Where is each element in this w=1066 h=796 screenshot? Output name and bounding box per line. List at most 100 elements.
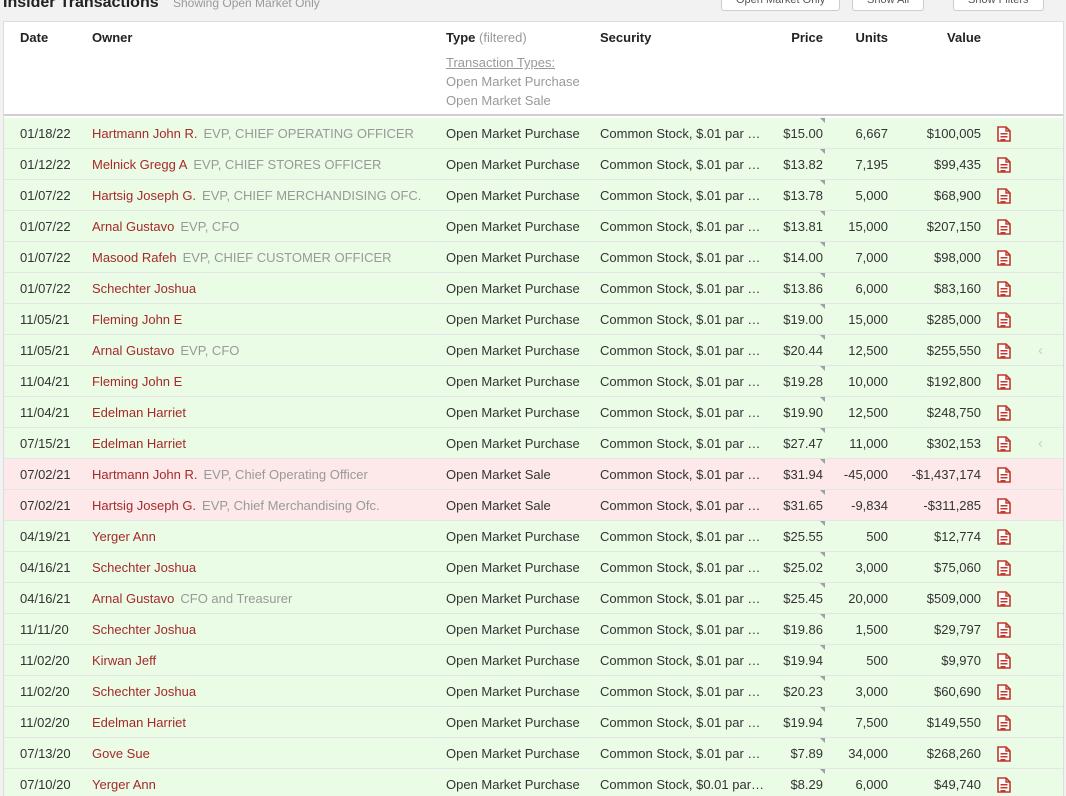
owner-link[interactable]: Schechter Joshua xyxy=(92,622,196,637)
price-note-marker[interactable] xyxy=(820,583,825,588)
sec-filing-document-icon[interactable] xyxy=(997,126,1011,142)
table-row[interactable]: 07/15/21 Edelman Harriet Open Market Purch… xyxy=(4,428,1063,459)
column-header-type[interactable]: Type (filtered) xyxy=(446,30,527,45)
column-header-date[interactable]: Date xyxy=(20,30,48,45)
column-header-units[interactable]: Units xyxy=(856,30,889,45)
sec-filing-document-icon[interactable] xyxy=(997,250,1011,266)
table-row[interactable]: 07/10/20 Yerger Ann Open Market Purchase Co… xyxy=(4,769,1063,796)
sec-filing-document-icon[interactable] xyxy=(997,188,1011,204)
column-header-security[interactable]: Security xyxy=(600,30,651,45)
table-row[interactable]: 11/05/21 Fleming John E Open Market Purcha… xyxy=(4,304,1063,335)
sec-filing-document-icon[interactable] xyxy=(997,746,1011,762)
chevron-left-icon[interactable]: ‹ xyxy=(1038,435,1043,452)
owner-link[interactable]: Schechter Joshua xyxy=(92,281,196,296)
sec-filing-document-icon[interactable] xyxy=(997,684,1011,700)
owner-link[interactable]: Arnal Gustavo xyxy=(92,343,174,358)
owner-link[interactable]: Hartmann John R. xyxy=(92,126,198,141)
price-note-marker[interactable] xyxy=(820,552,825,557)
table-row[interactable]: 01/07/22 Masood Rafeh EVP, CHIEF CUSTOMER … xyxy=(4,242,1063,273)
table-row[interactable]: 11/11/20 Schechter Joshua Open Market Purc… xyxy=(4,614,1063,645)
price-note-marker[interactable] xyxy=(820,521,825,526)
price-note-marker[interactable] xyxy=(820,335,825,340)
column-header-value[interactable]: Value xyxy=(947,30,981,45)
sec-filing-document-icon[interactable] xyxy=(997,622,1011,638)
price-note-marker[interactable] xyxy=(820,180,825,185)
type-filter-label[interactable]: Transaction Types: xyxy=(446,53,580,72)
price-note-marker[interactable] xyxy=(820,490,825,495)
chevron-left-icon[interactable]: ‹ xyxy=(1038,342,1043,359)
owner-link[interactable]: Yerger Ann xyxy=(92,777,156,792)
table-row[interactable]: 01/07/22 Arnal Gustavo EVP, CFO Open Market… xyxy=(4,211,1063,242)
owner-link[interactable]: Gove Sue xyxy=(92,746,150,761)
sec-filing-document-icon[interactable] xyxy=(997,653,1011,669)
owner-link[interactable]: Edelman Harriet xyxy=(92,405,186,420)
owner-link[interactable]: Hartsig Joseph G. xyxy=(92,188,196,203)
owner-link[interactable]: Hartmann John R. xyxy=(92,467,198,482)
owner-link[interactable]: Edelman Harriet xyxy=(92,436,186,451)
owner-link[interactable]: Hartsig Joseph G. xyxy=(92,498,196,513)
price-note-marker[interactable] xyxy=(820,676,825,681)
show-filters-button[interactable]: Show Filters xyxy=(953,0,1044,11)
owner-link[interactable]: Masood Rafeh xyxy=(92,250,177,265)
column-header-owner[interactable]: Owner xyxy=(92,30,132,45)
sec-filing-document-icon[interactable] xyxy=(997,405,1011,421)
owner-link[interactable]: Melnick Gregg A xyxy=(92,157,187,172)
sec-filing-document-icon[interactable] xyxy=(997,560,1011,576)
price-note-marker[interactable] xyxy=(820,273,825,278)
table-row[interactable]: 11/02/20 Edelman Harriet Open Market Purch… xyxy=(4,707,1063,738)
price-note-marker[interactable] xyxy=(820,211,825,216)
sec-filing-document-icon[interactable] xyxy=(997,467,1011,483)
open-market-only-button[interactable]: Open Market Only xyxy=(721,0,841,11)
table-row[interactable]: 11/02/20 Kirwan Jeff Open Market Purchase C… xyxy=(4,645,1063,676)
sec-filing-document-icon[interactable] xyxy=(997,591,1011,607)
column-header-price[interactable]: Price xyxy=(791,30,823,45)
owner-link[interactable]: Edelman Harriet xyxy=(92,715,186,730)
owner-link[interactable]: Kirwan Jeff xyxy=(92,653,156,668)
price-note-marker[interactable] xyxy=(820,459,825,464)
sec-filing-document-icon[interactable] xyxy=(997,343,1011,359)
owner-link[interactable]: Fleming John E xyxy=(92,312,182,327)
sec-filing-document-icon[interactable] xyxy=(997,715,1011,731)
table-row[interactable]: 11/05/21 Arnal Gustavo EVP, CFO Open Market… xyxy=(4,335,1063,366)
table-row[interactable]: 04/16/21 Schechter Joshua Open Market Purc… xyxy=(4,552,1063,583)
owner-link[interactable]: Fleming John E xyxy=(92,374,182,389)
sec-filing-document-icon[interactable] xyxy=(997,312,1011,328)
owner-link[interactable]: Yerger Ann xyxy=(92,529,156,544)
table-row[interactable]: 01/07/22 Schechter Joshua Open Market Purc… xyxy=(4,273,1063,304)
price-note-marker[interactable] xyxy=(820,304,825,309)
table-row[interactable]: 01/12/22 Melnick Gregg A EVP, CHIEF STORES… xyxy=(4,149,1063,180)
table-row[interactable]: 04/19/21 Yerger Ann Open Market Purchase Co… xyxy=(4,521,1063,552)
table-row[interactable]: 04/16/21 Arnal Gustavo CFO and Treasurer Op… xyxy=(4,583,1063,614)
price-note-marker[interactable] xyxy=(820,428,825,433)
owner-link[interactable]: Schechter Joshua xyxy=(92,560,196,575)
table-row[interactable]: 07/02/21 Hartmann John R. EVP, Chief Opera… xyxy=(4,459,1063,490)
table-row[interactable]: 01/18/22 Hartmann John R. EVP, CHIEF OPERA… xyxy=(4,118,1063,149)
table-row[interactable]: 11/04/21 Fleming John E Open Market Purcha… xyxy=(4,366,1063,397)
table-row[interactable]: 07/02/21 Hartsig Joseph G. EVP, Chief Merc… xyxy=(4,490,1063,521)
sec-filing-document-icon[interactable] xyxy=(997,777,1011,793)
table-row[interactable]: 01/07/22 Hartsig Joseph G. EVP, CHIEF MERC… xyxy=(4,180,1063,211)
sec-filing-document-icon[interactable] xyxy=(997,219,1011,235)
owner-link[interactable]: Arnal Gustavo xyxy=(92,591,174,606)
price-note-marker[interactable] xyxy=(820,738,825,743)
price-note-marker[interactable] xyxy=(820,118,825,123)
price-note-marker[interactable] xyxy=(820,769,825,774)
price-note-marker[interactable] xyxy=(820,366,825,371)
sec-filing-document-icon[interactable] xyxy=(997,374,1011,390)
table-row[interactable]: 11/02/20 Schechter Joshua Open Market Purc… xyxy=(4,676,1063,707)
price-note-marker[interactable] xyxy=(820,707,825,712)
price-note-marker[interactable] xyxy=(820,614,825,619)
sec-filing-document-icon[interactable] xyxy=(997,498,1011,514)
sec-filing-document-icon[interactable] xyxy=(997,157,1011,173)
table-row[interactable]: 07/13/20 Gove Sue Open Market Purchase Comm… xyxy=(4,738,1063,769)
price-note-marker[interactable] xyxy=(820,397,825,402)
sec-filing-document-icon[interactable] xyxy=(997,281,1011,297)
price-note-marker[interactable] xyxy=(820,149,825,154)
price-note-marker[interactable] xyxy=(820,242,825,247)
owner-link[interactable]: Schechter Joshua xyxy=(92,684,196,699)
show-all-button[interactable]: Show All xyxy=(852,0,925,11)
sec-filing-document-icon[interactable] xyxy=(997,529,1011,545)
price-note-marker[interactable] xyxy=(820,645,825,650)
owner-link[interactable]: Arnal Gustavo xyxy=(92,219,174,234)
table-row[interactable]: 11/04/21 Edelman Harriet Open Market Purch… xyxy=(4,397,1063,428)
